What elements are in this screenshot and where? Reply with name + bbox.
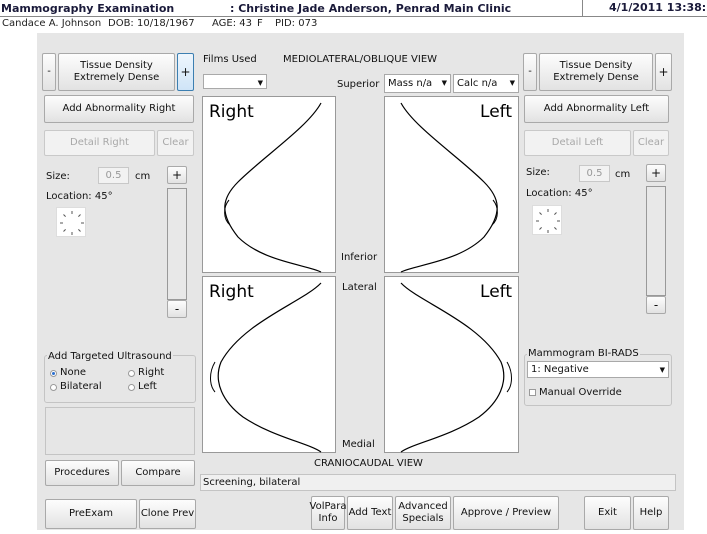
help-button[interactable]: Help — [633, 496, 669, 530]
clear-right-button[interactable]: Clear — [157, 130, 194, 156]
manual-override-label: Manual Override — [539, 387, 622, 398]
cc-left-view[interactable]: Left — [384, 276, 519, 453]
targeted-ultrasound-group — [44, 355, 196, 403]
lateral-label: Lateral — [342, 282, 377, 293]
right-size-input[interactable]: 0.5 — [98, 167, 129, 184]
notes-box — [45, 407, 195, 455]
left-size-slider[interactable] — [646, 186, 666, 296]
patient-clinic-title: : Christine Jade Anderson, Penrad Main C… — [230, 2, 512, 15]
ultrasound-bilateral-radio[interactable] — [50, 384, 57, 391]
right-size-slider[interactable] — [167, 188, 187, 300]
exam-datetime: 4/1/2011 13:38:18 — [582, 0, 707, 17]
add-abnormality-right-button[interactable]: Add Abnormality Right — [44, 95, 194, 123]
advanced-specials-button[interactable]: Advanced Specials — [395, 496, 451, 530]
right-density-decrease-button[interactable]: - — [42, 53, 56, 91]
ultrasound-left-label: Left — [138, 381, 157, 392]
inferior-label: Inferior — [341, 252, 378, 263]
ultrasound-bilateral-label: Bilateral — [60, 381, 102, 392]
left-location-dial[interactable] — [532, 205, 562, 235]
clone-prev-button[interactable]: Clone Prev — [139, 499, 196, 529]
chevron-down-icon: ▼ — [441, 79, 447, 87]
targeted-ultrasound-legend: Add Targeted Ultrasound — [47, 351, 173, 362]
medial-label: Medial — [342, 439, 375, 450]
approve-preview-button[interactable]: Approve / Preview — [453, 496, 559, 530]
mlo-right-view[interactable]: Right — [202, 96, 336, 273]
mass-select-value: Mass n/a — [388, 78, 433, 89]
add-text-button[interactable]: Add Text — [347, 496, 393, 530]
left-size-unit: cm — [615, 169, 631, 180]
ultrasound-right-radio[interactable] — [128, 370, 135, 377]
right-slider-plus-button[interactable]: + — [167, 166, 187, 184]
volpara-info-button[interactable]: VolPara Info — [310, 496, 346, 530]
films-used-select[interactable]: ▼ — [203, 74, 267, 89]
left-density-decrease-button[interactable]: - — [523, 53, 537, 91]
chevron-down-icon: ▼ — [509, 79, 515, 87]
birads-select-value: 1: Negative — [531, 364, 589, 375]
right-tissue-density-button[interactable]: Tissue Density Extremely Dense — [58, 53, 175, 91]
patient-dob: DOB: 10/18/1967 — [108, 18, 195, 29]
right-size-unit: cm — [135, 171, 151, 182]
clear-left-button[interactable]: Clear — [633, 130, 669, 156]
mlo-left-view[interactable]: Left — [384, 96, 519, 273]
films-used-label: Films Used — [203, 54, 257, 65]
detail-left-button[interactable]: Detail Left — [524, 130, 631, 156]
left-slider-plus-button[interactable]: + — [646, 164, 666, 182]
mlo-view-title: MEDIOLATERAL/OBLIQUE VIEW — [283, 54, 438, 65]
chevron-down-icon: ▼ — [659, 366, 665, 374]
calc-select-value: Calc n/a — [457, 78, 498, 89]
left-size-label: Size: — [526, 167, 550, 178]
right-location-dial[interactable] — [56, 207, 86, 237]
calc-select[interactable]: Calc n/a ▼ — [453, 74, 519, 93]
patient-bar: Candace A. Johnson DOB: 10/18/1967 AGE: … — [0, 17, 707, 32]
status-text: Screening, bilateral — [203, 477, 301, 488]
ultrasound-right-label: Right — [138, 367, 165, 378]
detail-right-button[interactable]: Detail Right — [44, 130, 155, 156]
manual-override-checkbox[interactable] — [529, 389, 536, 396]
exam-title: Mammography Examination — [1, 2, 175, 15]
right-size-label: Size: — [46, 171, 70, 182]
patient-age: AGE: 43 — [212, 18, 253, 29]
procedures-button[interactable]: Procedures — [45, 460, 119, 486]
ultrasound-left-radio[interactable] — [128, 384, 135, 391]
preexam-button[interactable]: PreExam — [45, 499, 137, 529]
patient-name: Candace A. Johnson — [2, 18, 102, 29]
left-tissue-density-button[interactable]: Tissue Density Extremely Dense — [539, 53, 653, 91]
compare-button[interactable]: Compare — [121, 460, 195, 486]
patient-sex: F — [257, 18, 263, 29]
status-bar: Screening, bilateral — [200, 474, 676, 491]
right-density-increase-button[interactable]: + — [177, 53, 194, 91]
birads-select[interactable]: 1: Negative ▼ — [527, 361, 669, 378]
right-location-label: Location: 45° — [46, 191, 113, 202]
cc-view-title: CRANIOCAUDAL VIEW — [314, 458, 423, 469]
left-location-value: 45° — [574, 188, 593, 199]
chevron-down-icon: ▼ — [257, 79, 263, 87]
mass-select[interactable]: Mass n/a ▼ — [384, 74, 451, 93]
birads-legend: Mammogram BI-RADS — [527, 348, 640, 359]
left-density-increase-button[interactable]: + — [655, 53, 672, 91]
title-bar: Mammography Examination : Christine Jade… — [0, 0, 707, 17]
main-panel: - Tissue Density Extremely Dense + Add A… — [37, 33, 684, 530]
cc-right-view[interactable]: Right — [202, 276, 336, 453]
left-location-label: Location: 45° — [526, 188, 593, 199]
left-slider-minus-button[interactable]: - — [646, 296, 666, 314]
patient-pid: PID: 073 — [275, 18, 318, 29]
left-size-input[interactable]: 0.5 — [579, 165, 610, 182]
add-abnormality-left-button[interactable]: Add Abnormality Left — [524, 95, 669, 123]
ultrasound-none-label: None — [60, 367, 87, 378]
ultrasound-none-radio[interactable] — [50, 370, 57, 377]
right-location-value: 45° — [94, 191, 113, 202]
right-slider-minus-button[interactable]: - — [167, 300, 187, 318]
superior-label: Superior — [337, 79, 380, 90]
exit-button[interactable]: Exit — [584, 496, 631, 530]
